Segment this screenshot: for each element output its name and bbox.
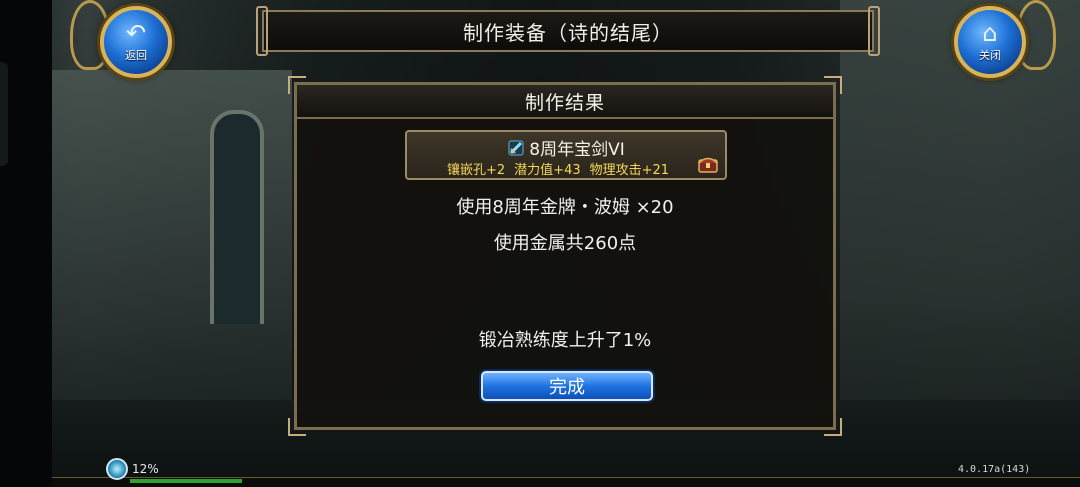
version-label: 4.0.17a(143)	[958, 464, 1031, 475]
metal-cost-line: 使用金属共260点	[493, 233, 637, 254]
experience-orb-icon[interactable]	[106, 458, 128, 480]
sword-icon	[508, 140, 524, 155]
dialog-corner-ornament	[288, 76, 306, 94]
dialog-corner-ornament	[288, 418, 306, 436]
dialog-corner-ornament	[824, 418, 842, 436]
left-edge-strip	[0, 0, 52, 486]
skill-gain-line: 锻冶熟练度上升了1%	[478, 330, 652, 351]
material-cost-line: 使用8周年金牌・波姆 ×20	[456, 197, 674, 218]
close-button-label: 关闭	[979, 49, 1001, 62]
experience-percent: 12%	[132, 462, 159, 476]
craft-result-dialog: 制作结果 8周年宝剑VI 镶嵌孔+2 潜力值+43 物理攻击+21 使用8周年金…	[294, 82, 836, 430]
experience-bar-fill	[130, 479, 242, 483]
back-button[interactable]: ↶ 返回	[100, 6, 172, 78]
scene-arch-window	[210, 110, 264, 324]
treasure-chest-icon	[698, 157, 718, 173]
page-title: 制作装备（诗的结尾）	[463, 20, 673, 45]
back-button-label: 返回	[125, 49, 147, 62]
dialog-header: 制作结果	[297, 85, 833, 119]
crafted-item-card[interactable]: 8周年宝剑VI 镶嵌孔+2 潜力值+43 物理攻击+21	[405, 130, 727, 180]
home-icon: ⌂	[982, 19, 998, 47]
item-stat-sockets: 镶嵌孔+2	[447, 163, 506, 178]
done-button[interactable]: 完成	[481, 371, 653, 401]
dialog-corner-ornament	[824, 76, 842, 94]
item-name: 8周年宝剑VI	[529, 140, 625, 160]
back-arrow-icon: ↶	[125, 19, 147, 47]
item-name-row: 8周年宝剑VI	[407, 135, 725, 160]
top-title-bar: 制作装备（诗的结尾）	[256, 6, 880, 56]
item-stats: 镶嵌孔+2 潜力值+43 物理攻击+21	[447, 159, 669, 178]
dialog-title: 制作结果	[524, 91, 605, 114]
edge-handle	[0, 62, 8, 166]
item-stat-potential: 潜力值+43	[514, 163, 581, 178]
close-button[interactable]: ⌂ 关闭	[954, 6, 1026, 78]
item-stat-attack: 物理攻击+21	[589, 163, 670, 178]
